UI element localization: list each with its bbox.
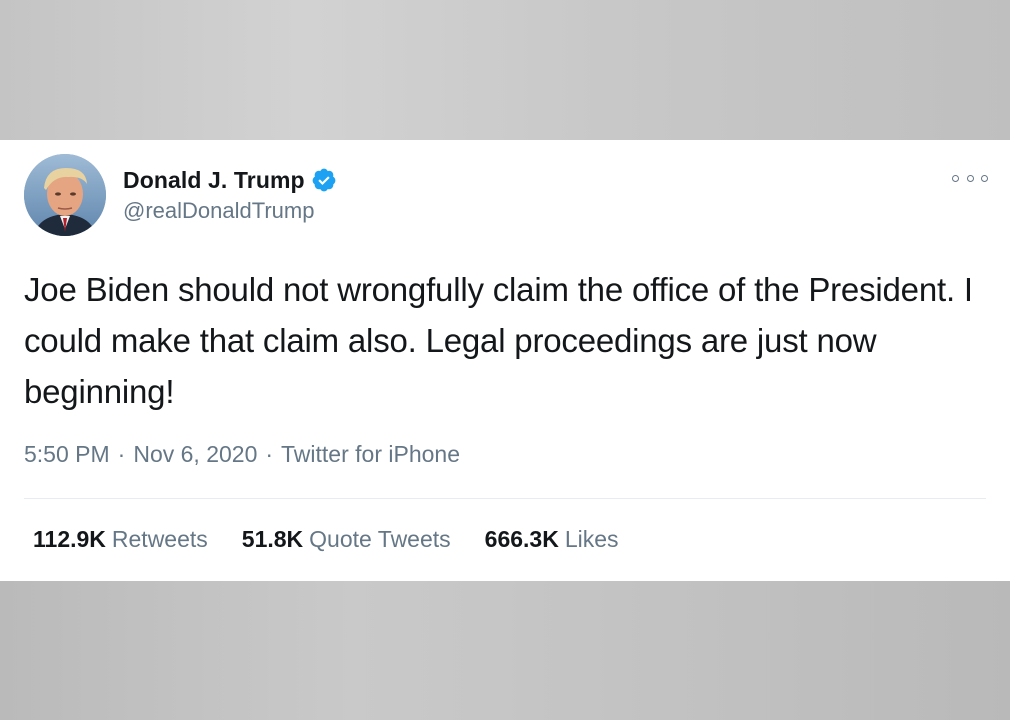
retweets-count: 112.9K	[33, 526, 106, 552]
more-options-icon[interactable]	[952, 168, 988, 188]
quote-tweets-stat[interactable]: 51.8K Quote Tweets	[242, 526, 451, 553]
divider	[24, 498, 986, 499]
background-top	[0, 0, 1010, 140]
avatar[interactable]	[24, 154, 106, 236]
likes-label: Likes	[564, 526, 619, 552]
likes-count: 666.3K	[484, 526, 559, 552]
retweets-label: Retweets	[111, 526, 208, 552]
author-display-name[interactable]: Donald J. Trump	[123, 167, 305, 194]
tweet-source[interactable]: Twitter for iPhone	[281, 441, 460, 468]
tweet-text: Joe Biden should not wrongfully claim th…	[24, 271, 973, 410]
quote-tweets-count: 51.8K	[241, 526, 304, 552]
author-handle[interactable]: @realDonaldTrump	[123, 198, 314, 224]
tweet-time[interactable]: 5:50 PM	[24, 441, 110, 468]
tweet-date[interactable]: Nov 6, 2020	[133, 441, 257, 468]
likes-stat[interactable]: 666.3K Likes	[485, 526, 619, 553]
meta-separator: ·	[117, 441, 126, 467]
verified-badge-icon	[311, 167, 337, 193]
more-dot	[981, 174, 988, 182]
tweet-stats: 112.9K Retweets 51.8K Quote Tweets 666.3K L…	[33, 526, 619, 553]
tweet-meta: 5:50 PM · Nov 6, 2020 · Twitter for iPho…	[24, 441, 460, 468]
meta-separator: ·	[265, 441, 274, 467]
more-dot	[952, 174, 959, 182]
author-name-row[interactable]: Donald J. Trump	[123, 165, 337, 195]
more-dot	[966, 174, 974, 182]
background-bottom	[0, 581, 1010, 720]
retweets-stat[interactable]: 112.9K Retweets	[33, 526, 208, 553]
quote-tweets-label: Quote Tweets	[309, 526, 451, 552]
